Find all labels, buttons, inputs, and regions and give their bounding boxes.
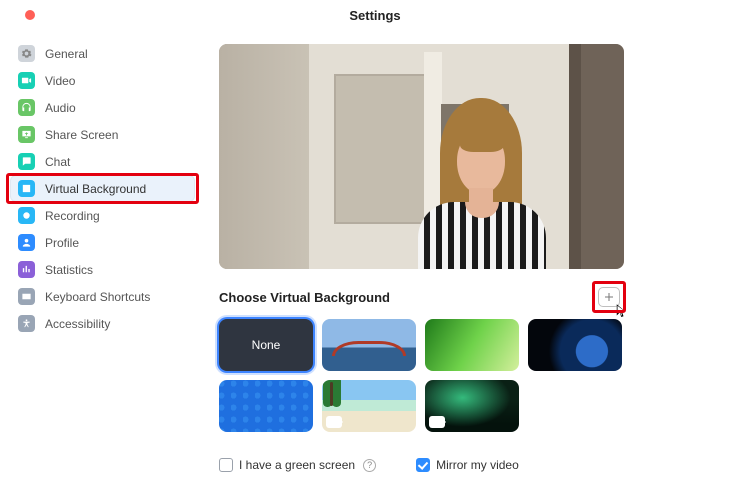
sidebar-item-label: Chat [45, 155, 70, 169]
sidebar-item-label: Profile [45, 236, 79, 250]
sidebar-item-label: Share Screen [45, 128, 118, 142]
section-title: Choose Virtual Background [219, 290, 390, 305]
sidebar-item-keyboard-shortcuts[interactable]: Keyboard Shortcuts [10, 283, 195, 310]
window-title: Settings [0, 8, 750, 23]
video-preview [219, 44, 624, 269]
bg-thumb-blue-pattern[interactable] [219, 380, 313, 432]
main-panel: Choose Virtual Background None [205, 30, 750, 500]
sidebar-item-recording[interactable]: Recording [10, 202, 195, 229]
sidebar-item-virtual-background[interactable]: Virtual Background [10, 175, 195, 202]
mirror-video-checkbox[interactable]: Mirror my video [416, 458, 519, 472]
bg-thumb-beach[interactable] [322, 380, 416, 432]
video-icon [18, 72, 35, 89]
share-screen-icon [18, 126, 35, 143]
record-icon [18, 207, 35, 224]
sidebar-item-general[interactable]: General [10, 40, 195, 67]
sidebar-item-label: Recording [45, 209, 100, 223]
bg-thumb-aurora[interactable] [425, 380, 519, 432]
sidebar-item-accessibility[interactable]: Accessibility [10, 310, 195, 337]
bg-thumb-grass[interactable] [425, 319, 519, 371]
checkbox-label: I have a green screen [239, 458, 355, 472]
bg-thumb-none[interactable]: None [219, 319, 313, 371]
sidebar-item-label: Audio [45, 101, 76, 115]
sidebar-item-label: General [45, 47, 88, 61]
sidebar-item-video[interactable]: Video [10, 67, 195, 94]
sidebar: General Video Audio Share Screen [0, 30, 205, 500]
sidebar-item-share-screen[interactable]: Share Screen [10, 121, 195, 148]
sidebar-item-profile[interactable]: Profile [10, 229, 195, 256]
bg-thumb-golden-gate[interactable] [322, 319, 416, 371]
background-grid: None [219, 319, 639, 432]
sidebar-item-statistics[interactable]: Statistics [10, 256, 195, 283]
person-box-icon [18, 180, 35, 197]
titlebar: Settings [0, 0, 750, 30]
sidebar-item-label: Keyboard Shortcuts [45, 290, 150, 304]
bg-thumb-earth-space[interactable] [528, 319, 622, 371]
green-screen-checkbox[interactable]: I have a green screen ? [219, 458, 376, 472]
sidebar-item-label: Statistics [45, 263, 93, 277]
sidebar-item-label: Accessibility [45, 317, 110, 331]
gear-icon [18, 45, 35, 62]
checkbox-box [416, 458, 430, 472]
profile-icon [18, 234, 35, 251]
checkbox-label: Mirror my video [436, 458, 519, 472]
sidebar-item-chat[interactable]: Chat [10, 148, 195, 175]
sidebar-item-audio[interactable]: Audio [10, 94, 195, 121]
sidebar-item-label: Video [45, 74, 75, 88]
thumb-label: None [252, 338, 281, 352]
plus-icon [603, 291, 615, 303]
accessibility-icon [18, 315, 35, 332]
window-close-button[interactable] [25, 10, 35, 20]
checkbox-box [219, 458, 233, 472]
keyboard-icon [18, 288, 35, 305]
video-badge-icon [326, 416, 342, 428]
stats-icon [18, 261, 35, 278]
chat-icon [18, 153, 35, 170]
sidebar-item-label: Virtual Background [45, 182, 146, 196]
video-badge-icon [429, 416, 445, 428]
help-icon[interactable]: ? [363, 459, 376, 472]
headphones-icon [18, 99, 35, 116]
cursor-icon [616, 303, 628, 319]
